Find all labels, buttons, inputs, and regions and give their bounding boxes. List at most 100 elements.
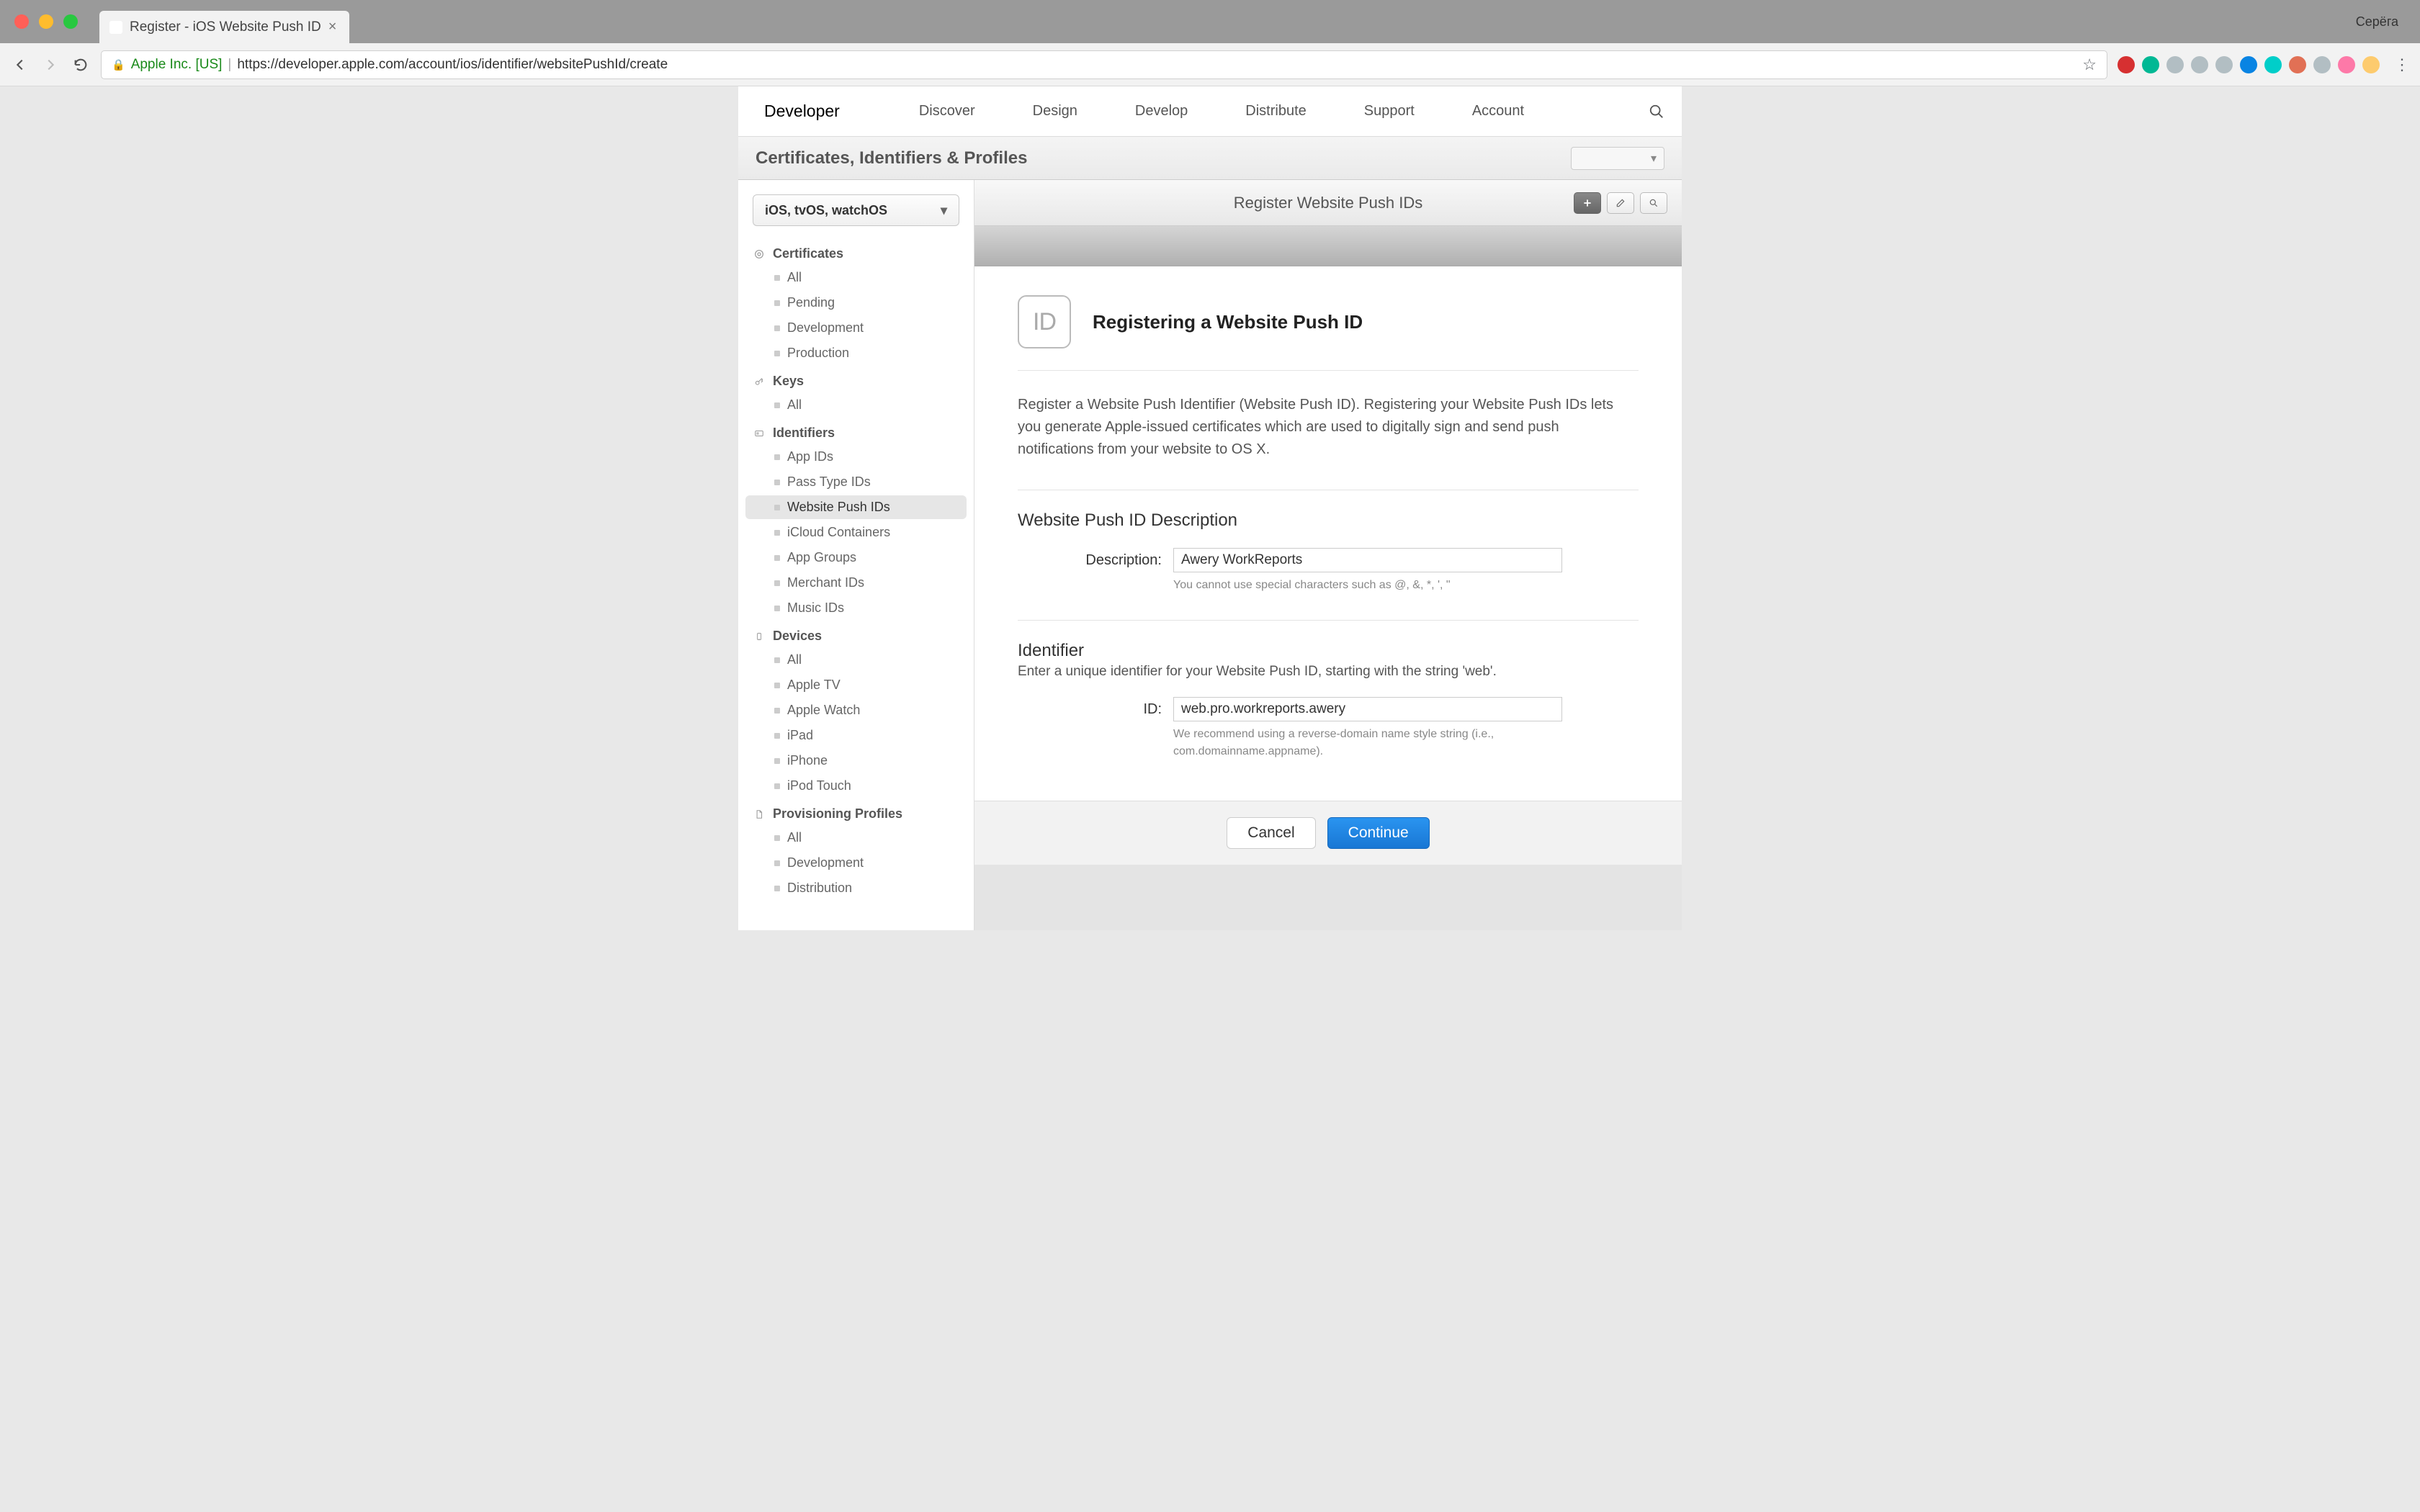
extension-icon-10[interactable] — [2362, 56, 2380, 73]
sidebar-item-icloud-containers[interactable]: iCloud Containers — [745, 521, 967, 544]
sidebar-group-certificates[interactable]: Certificates — [738, 239, 974, 264]
reload-button[interactable] — [71, 55, 91, 75]
footer-bar: Cancel Continue — [974, 801, 1682, 865]
sidebar-item-app-groups[interactable]: App Groups — [745, 546, 967, 570]
extension-icon-5[interactable] — [2240, 56, 2257, 73]
forward-button[interactable] — [40, 55, 60, 75]
team-account-dropdown[interactable]: ▾ — [1571, 147, 1664, 170]
tab-title: Register - iOS Website Push ID — [130, 19, 321, 35]
continue-button[interactable]: Continue — [1327, 817, 1430, 849]
bullet-icon — [774, 555, 780, 561]
url-field[interactable]: 🔒 Apple Inc. [US] | https://developer.ap… — [101, 50, 2107, 79]
sidebar-item-music-ids[interactable]: Music IDs — [745, 596, 967, 620]
sidebar-item-merchant-ids[interactable]: Merchant IDs — [745, 571, 967, 595]
sidebar-group-provisioning-profiles[interactable]: Provisioning Profiles — [738, 799, 974, 824]
bullet-icon — [774, 886, 780, 891]
sidebar-item-all[interactable]: All — [745, 266, 967, 289]
sidebar-item-all[interactable]: All — [745, 393, 967, 417]
extension-icon-0[interactable] — [2118, 56, 2135, 73]
section-title: Certificates, Identifiers & Profiles — [756, 148, 1027, 168]
bullet-icon — [774, 351, 780, 356]
sidebar: iOS, tvOS, watchOS ▾ CertificatesAllPend… — [738, 180, 974, 930]
extension-icons — [2118, 56, 2380, 73]
page: Developer Discover Design Develop Distribut… — [738, 86, 1682, 1512]
sidebar-item-iphone[interactable]: iPhone — [745, 749, 967, 773]
bullet-icon — [774, 505, 780, 510]
nav-link-support[interactable]: Support — [1364, 103, 1415, 120]
sidebar-item-pending[interactable]: Pending — [745, 291, 967, 315]
chevron-down-icon: ▾ — [1651, 151, 1657, 166]
bullet-icon — [774, 835, 780, 841]
description-input[interactable] — [1173, 548, 1562, 572]
extension-icon-1[interactable] — [2142, 56, 2159, 73]
sidebar-item-all[interactable]: All — [745, 826, 967, 850]
extension-icon-3[interactable] — [2191, 56, 2208, 73]
search-button[interactable] — [1640, 192, 1667, 214]
lock-icon: 🔒 — [112, 58, 125, 71]
extension-icon-2[interactable] — [2166, 56, 2184, 73]
main-content: Register Website Push IDs — [974, 180, 1682, 930]
sidebar-item-ipad[interactable]: iPad — [745, 724, 967, 747]
description-label: Description: — [1018, 548, 1162, 569]
nav-link-distribute[interactable]: Distribute — [1245, 103, 1306, 120]
extension-icon-7[interactable] — [2289, 56, 2306, 73]
sidebar-item-pass-type-ids[interactable]: Pass Type IDs — [745, 470, 967, 494]
identifier-input[interactable] — [1173, 697, 1562, 721]
description-row: Description: You cannot use special char… — [1018, 548, 1639, 594]
cancel-button[interactable]: Cancel — [1227, 817, 1315, 849]
sidebar-item-all[interactable]: All — [745, 648, 967, 672]
nav-link-account[interactable]: Account — [1472, 103, 1524, 120]
description-hint: You cannot use special characters such a… — [1173, 577, 1562, 594]
main-title: Register Website Push IDs — [1234, 194, 1422, 212]
bullet-icon — [774, 275, 780, 281]
main-header: Register Website Push IDs — [974, 180, 1682, 226]
ev-cert-name: Apple Inc. [US] — [131, 57, 223, 73]
add-button[interactable] — [1574, 192, 1601, 214]
url-text: https://developer.apple.com/account/ios/… — [237, 57, 668, 73]
extension-icon-4[interactable] — [2215, 56, 2233, 73]
extension-icon-6[interactable] — [2264, 56, 2282, 73]
sidebar-item-distribution[interactable]: Distribution — [745, 876, 967, 900]
group-icon — [753, 427, 766, 440]
bullet-icon — [774, 860, 780, 866]
sidebar-item-website-push-ids[interactable]: Website Push IDs — [745, 495, 967, 519]
close-window-button[interactable] — [14, 14, 29, 29]
bookmark-star-icon[interactable]: ☆ — [2082, 55, 2097, 74]
browser-menu-button[interactable]: ⋮ — [2394, 55, 2410, 74]
nav-link-discover[interactable]: Discover — [919, 103, 975, 120]
sidebar-item-production[interactable]: Production — [745, 341, 967, 365]
sidebar-item-development[interactable]: Development — [745, 316, 967, 340]
sidebar-group-devices[interactable]: Devices — [738, 621, 974, 647]
extension-icon-8[interactable] — [2313, 56, 2331, 73]
group-icon — [753, 808, 766, 821]
search-icon[interactable] — [1649, 104, 1664, 120]
browser-profile[interactable]: Серёга — [2356, 14, 2398, 30]
main-actions — [1574, 192, 1667, 214]
bullet-icon — [774, 580, 780, 586]
nav-link-develop[interactable]: Develop — [1135, 103, 1188, 120]
viewport[interactable]: Developer Discover Design Develop Distribut… — [0, 86, 2420, 1512]
sidebar-item-apple-tv[interactable]: Apple TV — [745, 673, 967, 697]
window-controls — [14, 14, 78, 29]
bullet-icon — [774, 530, 780, 536]
nav-link-design[interactable]: Design — [1033, 103, 1077, 120]
back-button[interactable] — [10, 55, 30, 75]
sidebar-item-development[interactable]: Development — [745, 851, 967, 875]
sidebar-item-ipod-touch[interactable]: iPod Touch — [745, 774, 967, 798]
developer-brand[interactable]: Developer — [764, 102, 840, 121]
bullet-icon — [774, 758, 780, 764]
minimize-window-button[interactable] — [39, 14, 53, 29]
sidebar-item-apple-watch[interactable]: Apple Watch — [745, 698, 967, 722]
sidebar-group-keys[interactable]: Keys — [738, 366, 974, 392]
extension-icon-9[interactable] — [2338, 56, 2355, 73]
address-bar: 🔒 Apple Inc. [US] | https://developer.ap… — [0, 43, 2420, 86]
edit-button[interactable] — [1607, 192, 1634, 214]
favicon — [109, 21, 122, 34]
maximize-window-button[interactable] — [63, 14, 78, 29]
tab-close-icon[interactable]: × — [328, 19, 337, 35]
subheader-band — [974, 226, 1682, 266]
sidebar-item-app-ids[interactable]: App IDs — [745, 445, 967, 469]
sidebar-group-identifiers[interactable]: Identifiers — [738, 418, 974, 444]
browser-tab[interactable]: Register - iOS Website Push ID × — [99, 11, 349, 43]
platform-selector[interactable]: iOS, tvOS, watchOS ▾ — [753, 194, 959, 226]
